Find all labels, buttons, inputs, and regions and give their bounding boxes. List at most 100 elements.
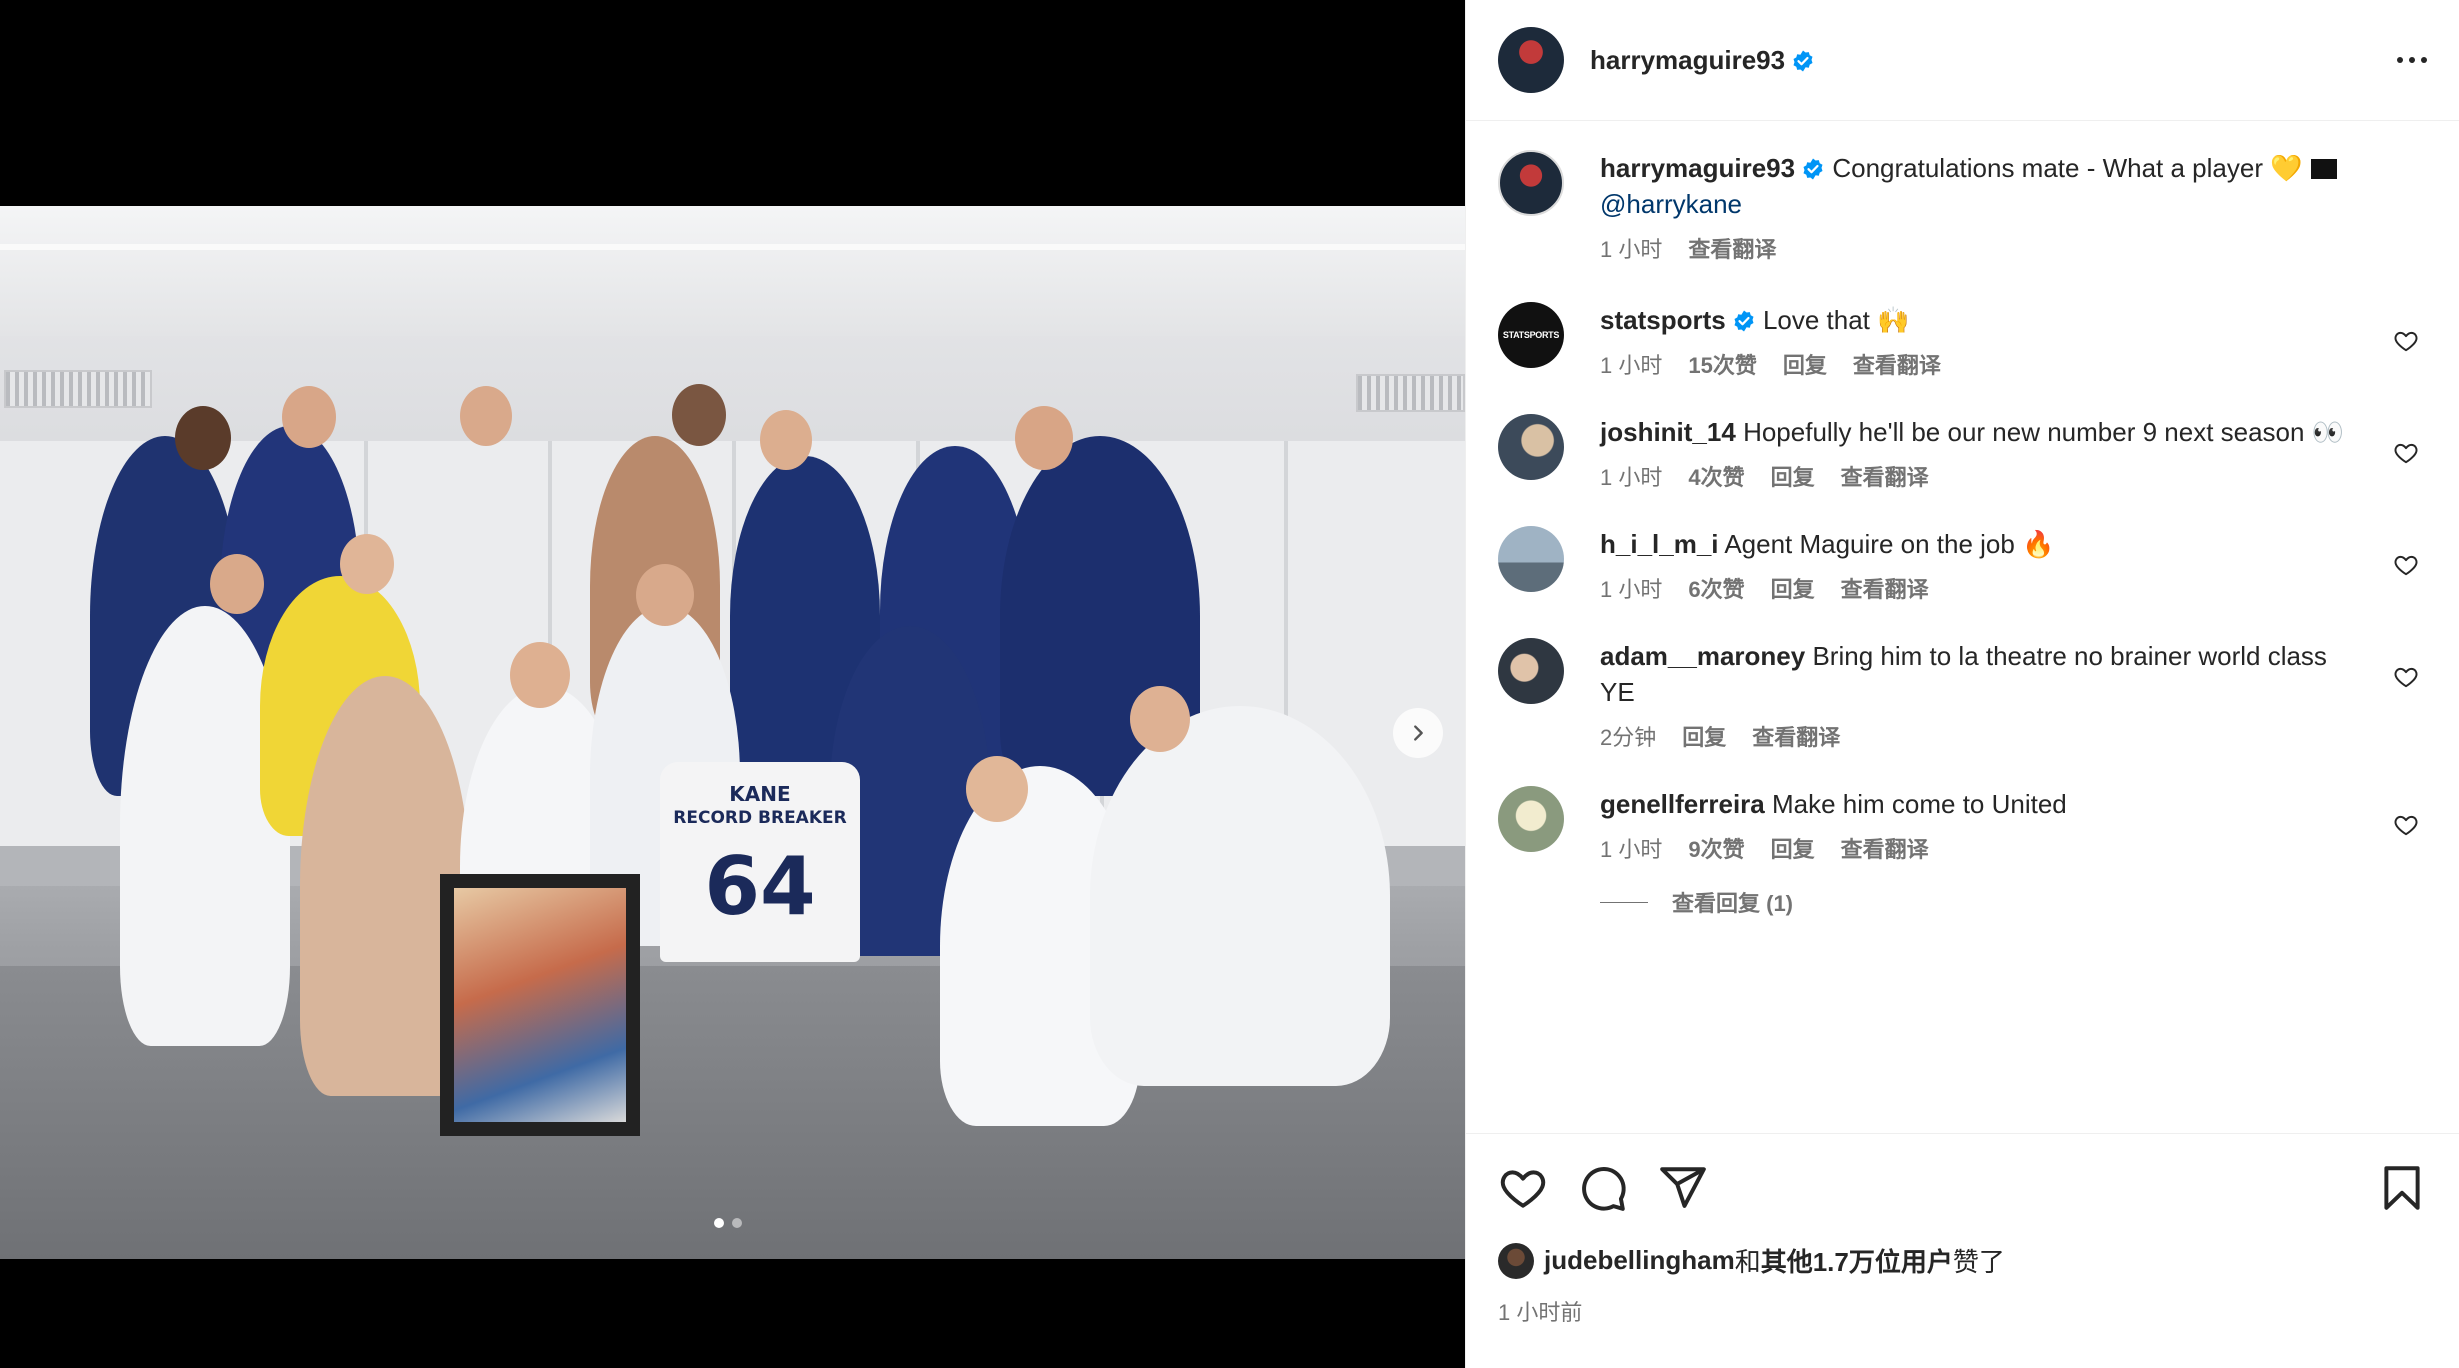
genell-avatar[interactable] [1498,786,1564,852]
photo-head [460,386,512,446]
caption-time: 1 小时 [1600,237,1663,262]
comment-body: h_i_l_m_i Agent Maguire on the job 🔥 1 小… [1600,526,2427,608]
view-replies-button[interactable]: 查看回复 (1) [1600,886,2427,918]
author-avatar[interactable] [1498,27,1564,93]
comment-username[interactable]: genellferreira [1600,789,1765,819]
comment-translate-link[interactable]: 查看翻译 [1752,720,1840,756]
more-icon [2409,57,2415,63]
comment-username[interactable]: joshinit_14 [1600,417,1736,447]
comment-username[interactable]: h_i_l_m_i [1600,529,1719,559]
post-timestamp: 1 小时前 [1498,1300,1583,1325]
caption-body: harrymaguire93 Congratulations mate - Wh… [1600,150,2427,268]
comment-reply-button[interactable]: 回复 [1783,348,1827,384]
view-replies-divider [1600,901,1648,903]
liker-username[interactable]: judebellingham [1544,1245,1735,1276]
photo-vent [1356,374,1465,412]
post-actions [1498,1134,2427,1242]
post-caption: harrymaguire93 Congratulations mate - Wh… [1498,150,2427,268]
comment-body: genellferreira Make him come to United 1… [1600,786,2427,868]
verified-badge-icon [1803,158,1823,180]
comment-translate-link[interactable]: 查看翻译 [1841,572,1929,608]
comment-time: 1 小时 [1600,465,1663,490]
likes-summary: judebellingham 和其他1.7万位用户 赞了 [1498,1242,2427,1279]
comment-time: 1 小时 [1600,837,1663,862]
comment-body: adam__maroney Bring him to la theatre no… [1600,638,2427,756]
adam-avatar[interactable] [1498,638,1564,704]
carousel-next-button[interactable] [1393,708,1443,758]
bookmark-icon [2384,1166,2420,1210]
likes-suffix: 赞了 [1952,1247,2005,1277]
comment-text: Love that 🙌 [1762,305,1910,335]
post-photo: KANE RECORD BREAKER 64 [0,206,1465,1259]
comment-like-heart-icon[interactable] [2393,664,2419,690]
comment-text-line: adam__maroney Bring him to la theatre no… [1600,638,2357,710]
likes-connector: 和 [1734,1247,1761,1277]
comment-reply-button[interactable]: 回复 [1771,832,1815,868]
chevron-right-icon [1414,725,1423,741]
share-icon [1660,1167,1706,1208]
likes-others-link[interactable]: 其他1.7万位用户 [1761,1242,1953,1279]
shirt-line-1: KANE [729,782,791,806]
comment-time: 1 小时 [1600,577,1663,602]
comment-likes-count[interactable]: 4次赞 [1688,460,1744,496]
shirt-line-2: RECORD BREAKER [673,808,847,828]
comment-like-heart-icon[interactable] [2393,440,2419,466]
photo-head [282,386,336,448]
post-side-panel: harrymaguire93 harrymaguire93 Congratula… [1465,0,2459,1368]
comment-text: Agent Maguire on the job 🔥 [1724,529,2055,559]
comment-reply-button[interactable]: 回复 [1771,572,1815,608]
liker-avatar[interactable] [1498,1242,1534,1279]
comment-username[interactable]: statsports [1600,305,1726,335]
comment-likes-count[interactable]: 9次赞 [1688,832,1744,868]
comment-text: Hopefully he'll be our new number 9 next… [1743,417,2345,447]
photo-player [1090,706,1390,1086]
carousel-dots [714,1218,742,1228]
caption-avatar[interactable] [1498,150,1564,216]
verified-badge-icon [1734,310,1754,332]
shirt-number: 64 [704,840,816,933]
comment-translate-link[interactable]: 查看翻译 [1841,832,1929,868]
share-button[interactable] [1658,1163,1708,1213]
comment-meta: 1 小时 15次赞 回复 查看翻译 [1600,348,2357,384]
photo-head [510,642,570,708]
comment-text-line: joshinit_14 Hopefully he'll be our new n… [1600,414,2357,450]
comment-translate-link[interactable]: 查看翻译 [1841,460,1929,496]
save-button[interactable] [2377,1163,2427,1213]
photo-head [210,554,264,614]
comment-item: h_i_l_m_i Agent Maguire on the job 🔥 1 小… [1498,526,2427,608]
comment-reply-button[interactable]: 回复 [1771,460,1815,496]
heart-icon [1500,1170,1546,1208]
caption-mention-link[interactable]: @harrykane [1600,186,2357,222]
caption-username[interactable]: harrymaguire93 [1600,153,1795,183]
comment-like-heart-icon[interactable] [2393,812,2419,838]
photo-head [175,406,231,470]
comment-like-heart-icon[interactable] [2393,552,2419,578]
photo-head [1015,406,1073,470]
comment-like-heart-icon[interactable] [2393,328,2419,354]
photo-head [760,410,812,470]
comment-meta: 2分钟 回复 查看翻译 [1600,720,2357,756]
comment-username[interactable]: adam__maroney [1600,641,1805,671]
comment-button[interactable] [1578,1163,1628,1213]
caption-meta: 1 小时 查看翻译 [1600,232,2357,268]
post-media: KANE RECORD BREAKER 64 [0,0,1465,1368]
carousel-dot-active [714,1218,724,1228]
photo-head [340,534,394,594]
comment-item: genellferreira Make him come to United 1… [1498,786,2427,868]
statsports-avatar[interactable] [1498,302,1564,368]
photo-head [1130,686,1190,752]
more-options-button[interactable] [2397,57,2427,63]
caption-translate-link[interactable]: 查看翻译 [1688,232,1776,268]
comment-likes-count[interactable]: 15次赞 [1688,348,1756,384]
like-button[interactable] [1498,1163,1548,1213]
comment-reply-button[interactable]: 回复 [1682,720,1726,756]
more-icon [2421,57,2427,63]
joshinit-avatar[interactable] [1498,414,1564,480]
comment-meta: 1 小时 4次赞 回复 查看翻译 [1600,460,2357,496]
comment-likes-count[interactable]: 6次赞 [1688,572,1744,608]
comment-translate-link[interactable]: 查看翻译 [1853,348,1941,384]
comments-list: harrymaguire93 Congratulations mate - Wh… [1466,122,2459,1132]
comment-text-line: h_i_l_m_i Agent Maguire on the job 🔥 [1600,526,2357,562]
hilmi-avatar[interactable] [1498,526,1564,592]
author-username[interactable]: harrymaguire93 [1590,45,1785,75]
